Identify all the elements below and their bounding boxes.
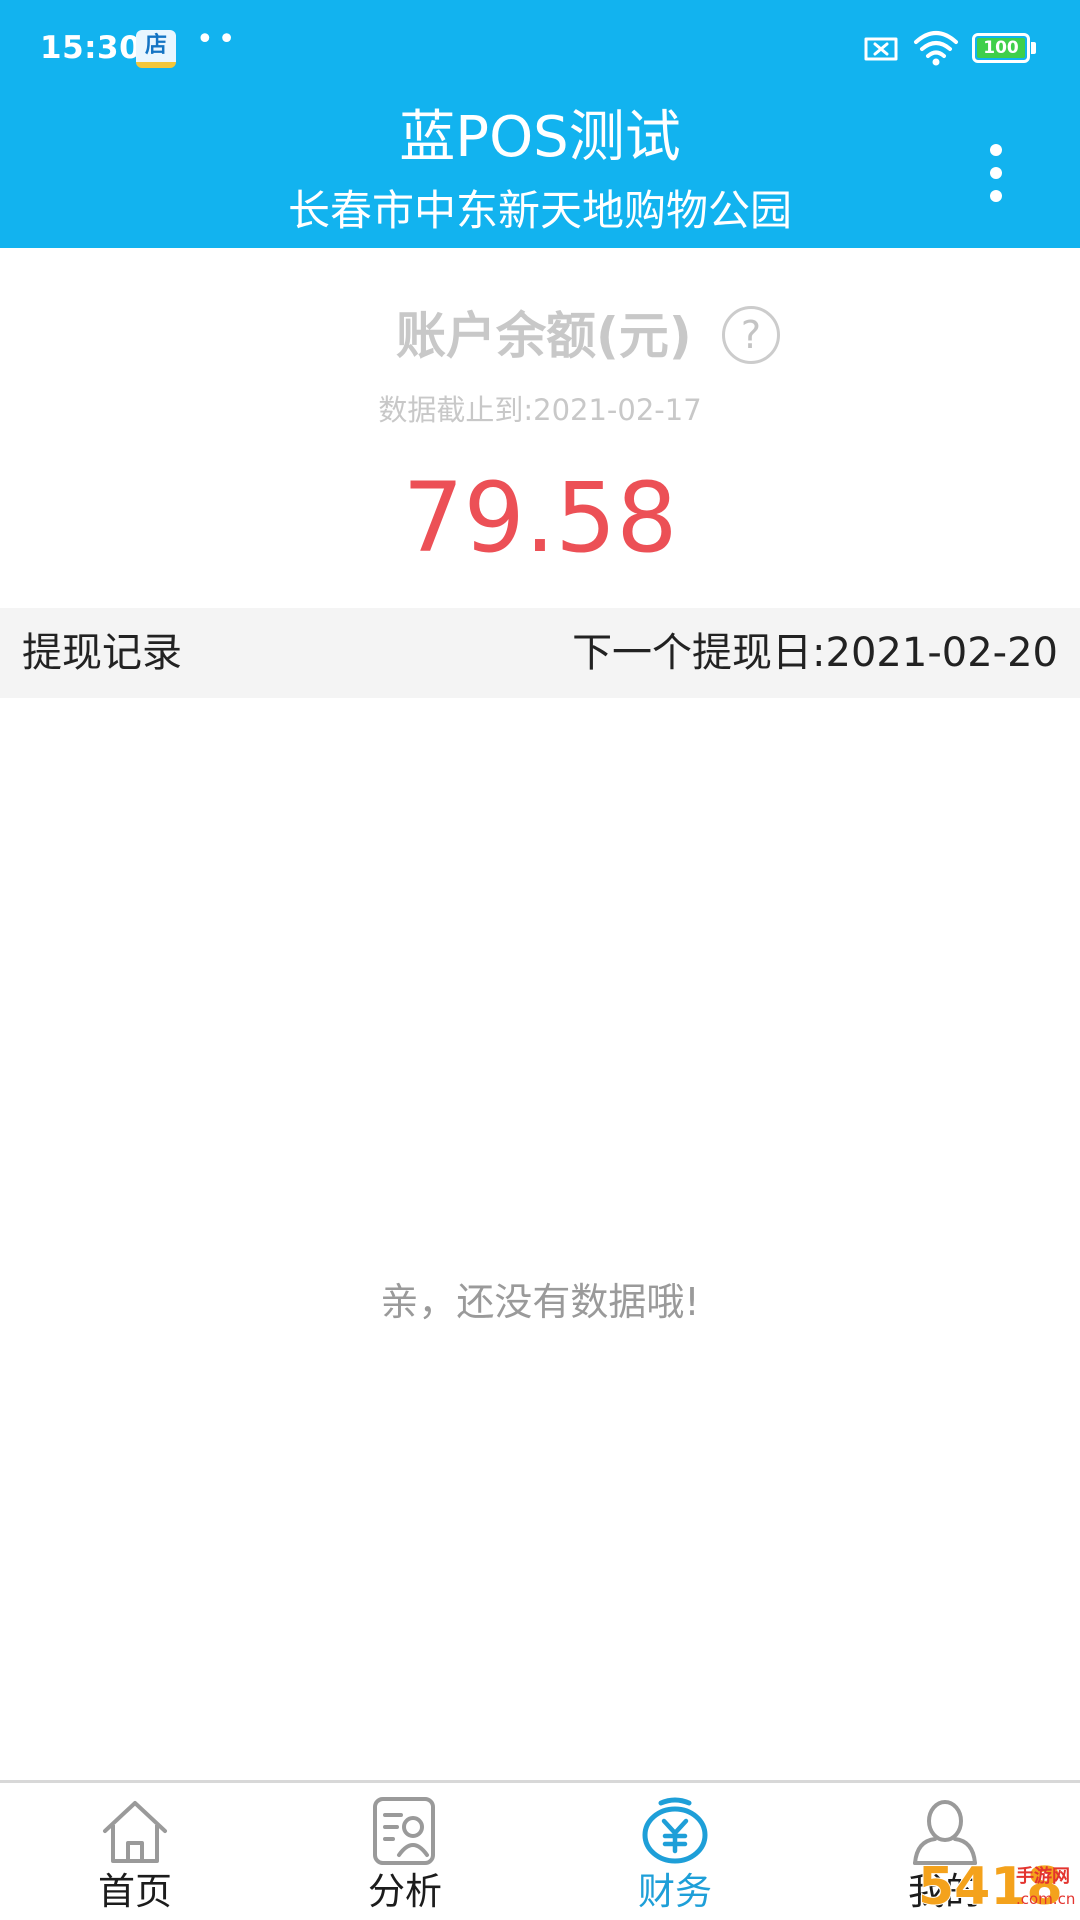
notification-dots: •• [196,22,240,57]
analysis-icon [373,1797,435,1865]
store-app-icon: 店 [136,30,176,68]
finance-yen-icon [642,1797,708,1864]
balance-label-row: 账户余额(元) [0,300,1080,372]
next-withdraw-date: 下一个提现日:2021-02-20 [572,630,1058,676]
more-vertical-icon [990,190,1002,202]
more-vertical-icon [990,167,1002,179]
svg-text:.com.cn: .com.cn [1016,1890,1075,1908]
tab-home-label: 首页 [98,1870,172,1913]
home-icon [103,1801,167,1863]
balance-label: 账户余额(元) [396,307,692,365]
store-name: 长春市中东新天地购物公园 [287,186,792,235]
withdraw-records-bar: 提现记录 下一个提现日:2021-02-20 [0,608,1080,698]
balance-amount: 79.58 [402,462,678,574]
empty-state-message: 亲，还没有数据哦! [380,1280,700,1324]
withdraw-records-title: 提现记录 [22,630,182,676]
more-vertical-icon [990,144,1002,156]
site-watermark-logo: 5418 手游网 .com.cn [918,1856,1075,1914]
wifi-icon [914,31,958,66]
svg-text:手游网: 手游网 [1016,1865,1070,1887]
page-title: 蓝POS测试 [399,105,681,170]
app-header: 15:30 店 •• 100 蓝POS测试 长春市中东新天地购物公园 [0,0,1080,248]
data-cutoff-date: 数据截止到:2021-02-17 [378,393,702,427]
tab-home[interactable]: 首页 [0,1783,270,1920]
battery-level: 100 [977,38,1025,58]
sim-off-icon [864,37,898,61]
status-time: 15:30 [40,30,142,66]
battery-icon: 100 [972,33,1030,63]
tab-analysis[interactable]: 分析 [270,1783,540,1920]
battery-cap [1031,42,1036,54]
more-options-button[interactable] [978,140,1014,206]
help-icon[interactable]: ? [722,306,780,364]
tab-finance-label: 财务 [638,1870,712,1913]
tab-analysis-label: 分析 [368,1870,442,1913]
tab-finance[interactable]: 财务 [540,1783,810,1920]
